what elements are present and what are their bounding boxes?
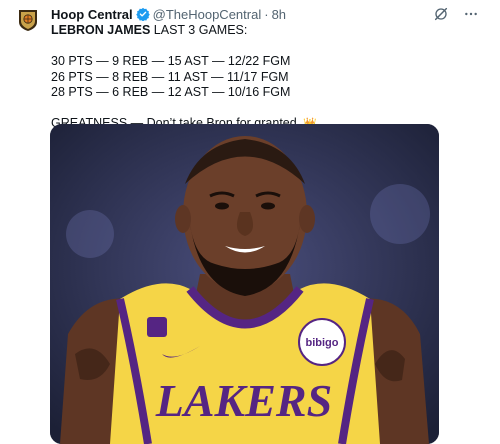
tweet-header: Hoop Central @TheHoopCentral · 8h xyxy=(51,5,286,23)
hoop-central-logo-icon xyxy=(19,10,37,31)
game-stat-line: 28 PTS — 6 REB — 12 AST — 10/16 FGM xyxy=(51,85,291,99)
author-avatar[interactable] xyxy=(17,8,39,32)
lebron-photo: LAKERS bibigo xyxy=(50,124,439,444)
tweet[interactable]: Hoop Central @TheHoopCentral · 8h LEBRON… xyxy=(0,0,500,444)
tweet-media-image[interactable]: LAKERS bibigo xyxy=(50,124,439,444)
grok-icon[interactable] xyxy=(432,5,450,23)
author-handle[interactable]: @TheHoopCentral xyxy=(153,7,262,22)
author-display-name[interactable]: Hoop Central xyxy=(51,7,133,22)
verified-badge-icon xyxy=(135,7,150,22)
tweet-headline: LEBRON JAMES LAST 3 GAMES: xyxy=(51,23,471,39)
tweet-timestamp[interactable]: 8h xyxy=(272,7,286,22)
more-icon[interactable] xyxy=(462,5,480,23)
tweet-actions xyxy=(432,5,480,23)
tweet-text: LEBRON JAMES LAST 3 GAMES: 30 PTS — 9 RE… xyxy=(51,23,471,132)
game-stat-line: 30 PTS — 9 REB — 15 AST — 12/22 FGM xyxy=(51,54,291,68)
jersey-text: LAKERS xyxy=(155,375,332,426)
headline-rest: LAST 3 GAMES: xyxy=(150,23,248,37)
game-stat-line: 26 PTS — 8 REB — 11 AST — 11/17 FGM xyxy=(51,69,289,84)
separator-dot: · xyxy=(264,6,269,22)
patch-text: bibigo xyxy=(306,337,339,349)
headline-bold: LEBRON JAMES xyxy=(51,23,151,37)
